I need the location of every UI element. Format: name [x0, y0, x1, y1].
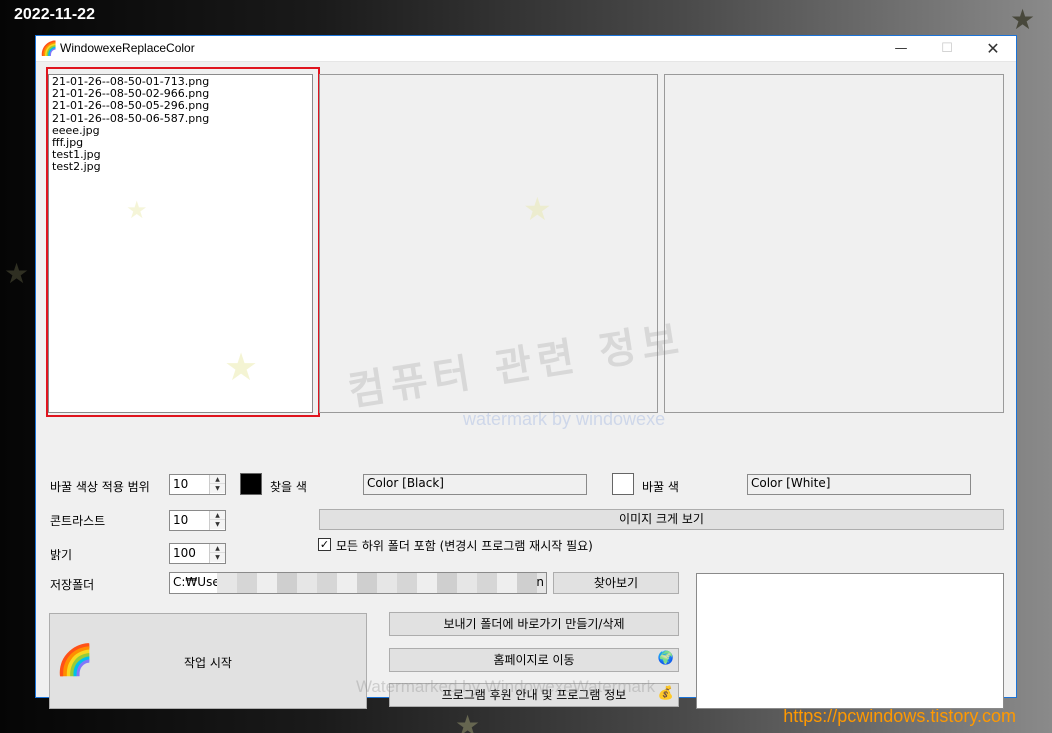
chevron-up-icon[interactable]: ▲	[210, 544, 225, 553]
file-list-item[interactable]: test2.jpg	[52, 161, 309, 173]
save-folder-input[interactable]: C:₩Use n	[169, 572, 547, 594]
close-button[interactable]: ✕	[970, 36, 1016, 62]
title-bar: 🌈 WindowexeReplaceColor — ☐ ✕	[36, 36, 1016, 62]
save-folder-path-suffix: n	[536, 575, 544, 589]
file-list-item[interactable]: 21-01-26--08-50-06-587.png	[52, 112, 309, 125]
result-preview-panel	[664, 74, 1004, 413]
contrast-label: 콘트라스트	[50, 514, 106, 528]
watermark-bottom: Watermarked by WindowexeWatermark	[356, 677, 656, 696]
browse-button[interactable]: 찾아보기	[553, 572, 679, 594]
app-window: 🌈 WindowexeReplaceColor — ☐ ✕ 21-01-26--…	[35, 35, 1017, 709]
star-decoration: ★	[4, 257, 30, 290]
save-folder-label: 저장폴더	[50, 578, 95, 592]
star-decoration: ★	[126, 196, 148, 224]
stepper-arrows: ▲ ▼	[209, 511, 225, 530]
desktop-date: 2022-11-22	[14, 6, 95, 23]
window-content: 21-01-26--08-50-01-713.png 21-01-26--08-…	[36, 63, 1016, 709]
window-title: WindowexeReplaceColor	[60, 41, 195, 55]
star-decoration: ★	[523, 190, 552, 228]
minimize-button[interactable]: —	[878, 36, 924, 62]
contrast-value[interactable]: 10	[173, 513, 188, 527]
contrast-stepper[interactable]: 10 ▲ ▼	[169, 510, 226, 531]
star-decoration: ★	[1010, 3, 1036, 36]
brightness-stepper[interactable]: 100 ▲ ▼	[169, 543, 226, 564]
brightness-label: 밝기	[50, 548, 73, 562]
chevron-up-icon[interactable]: ▲	[210, 475, 225, 484]
homepage-label: 홈페이지로 이동	[493, 653, 575, 667]
chevron-down-icon[interactable]: ▼	[210, 520, 225, 529]
range-value[interactable]: 10	[173, 477, 188, 491]
brightness-value[interactable]: 100	[173, 546, 196, 560]
find-color-swatch[interactable]	[240, 473, 262, 495]
replace-color-label: 바꿀 색	[642, 480, 679, 494]
stepper-arrows: ▲ ▼	[209, 544, 225, 563]
replace-color-swatch[interactable]	[612, 473, 634, 495]
file-list-item[interactable]: 21-01-26--08-50-05-296.png	[52, 100, 309, 112]
replace-color-field[interactable]: Color [White]	[747, 474, 971, 495]
view-large-image-button[interactable]: 이미지 크게 보기	[319, 509, 1004, 530]
find-color-field[interactable]: Color [Black]	[363, 474, 587, 495]
chevron-down-icon[interactable]: ▼	[210, 553, 225, 562]
redacted-mosaic	[217, 573, 546, 593]
find-color-label: 찾을 색	[270, 480, 307, 494]
rainbow-icon: 🌈	[40, 41, 58, 57]
desktop-url: https://pcwindows.tistory.com	[783, 706, 1016, 726]
file-list[interactable]: 21-01-26--08-50-01-713.png 21-01-26--08-…	[48, 74, 313, 413]
log-output-box[interactable]	[696, 573, 1004, 709]
include-subfolders-checkbox[interactable]: ✓	[318, 538, 331, 551]
start-job-label: 작업 시작	[184, 656, 232, 670]
file-list-item[interactable]: eeee.jpg	[52, 124, 309, 137]
homepage-button[interactable]: 홈페이지로 이동 🌍	[389, 648, 679, 672]
star-decoration: ★	[224, 345, 259, 389]
chevron-down-icon[interactable]: ▼	[210, 484, 225, 493]
chevron-up-icon[interactable]: ▲	[210, 511, 225, 520]
maximize-button[interactable]: ☐	[924, 36, 970, 62]
range-stepper[interactable]: 10 ▲ ▼	[169, 474, 226, 495]
stepper-arrows: ▲ ▼	[209, 475, 225, 494]
include-subfolders-label[interactable]: 모든 하위 폴더 포함 (변경시 프로그램 재시작 필요)	[336, 537, 593, 554]
coins-icon: 💰	[657, 686, 674, 701]
start-job-button[interactable]: 🌈 작업 시작	[49, 613, 367, 709]
star-decoration: ★	[455, 709, 481, 733]
watermark-english: watermark by windowexe	[463, 409, 666, 429]
save-folder-path-prefix: C:₩Use	[173, 575, 220, 589]
range-label: 바꿀 색상 적용 범위	[50, 480, 150, 494]
sendto-shortcut-button[interactable]: 보내기 폴더에 바로가기 만들기/삭제	[389, 612, 679, 636]
globe-icon: 🌍	[657, 651, 674, 666]
